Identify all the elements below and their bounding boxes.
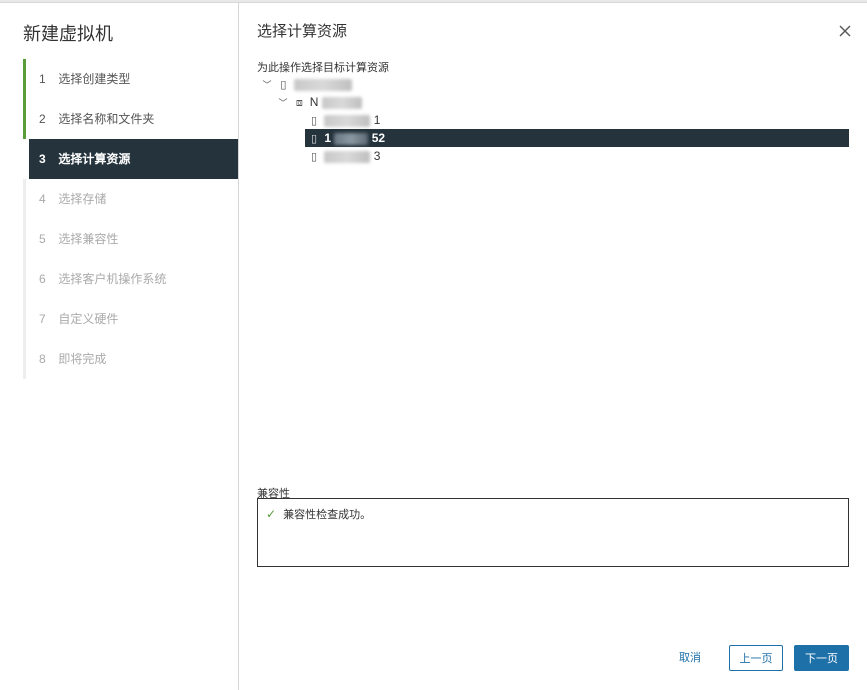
compute-resource-tree: ﹀ ▯ ﹀ ⧈ N ▯ 1 ▯ 1 52 ▯ 3 [257,75,849,165]
cancel-button[interactable]: 取消 [667,645,713,671]
next-button[interactable]: 下一页 [794,645,849,671]
redacted-name [334,132,369,145]
close-icon [839,25,851,37]
tree-label: 为此操作选择目标计算资源 [257,62,389,74]
compatibility-box: ✓ 兼容性检查成功。 [257,498,849,567]
step-number: 6 [39,272,46,286]
redacted-name [324,150,371,163]
step-ready-to-complete: 8 即将完成 [23,339,238,379]
compatibility-message-row: ✓ 兼容性检查成功。 [266,506,371,522]
step-select-guest-os: 6 选择客户机操作系统 [23,259,238,299]
wizard-sidebar: 新建虚拟机 1 选择创建类型 2 选择名称和文件夹 3 选择计算资源 4 选择存… [0,3,239,690]
step-number: 5 [39,232,46,246]
step-select-compatibility: 5 选择兼容性 [23,219,238,259]
check-icon: ✓ [266,507,277,521]
host-icon: ▯ [310,133,318,145]
step-number: 4 [39,192,46,206]
host-name-suffix: 1 [373,113,381,127]
host-name-prefix: 1 [324,131,332,145]
step-label: 选择兼容性 [58,232,119,246]
host-icon: ▯ [310,115,318,127]
step-number: 8 [39,352,46,366]
step-number: 7 [39,312,46,326]
tree-node-host[interactable]: ▯ 3 [257,147,849,165]
step-number: 3 [39,152,46,166]
wizard-content: 选择计算资源 为此操作选择目标计算资源 ﹀ ▯ ﹀ ⧈ N ▯ 1 ▯ 1 52… [239,3,867,690]
step-label: 即将完成 [58,352,107,366]
cluster-name-prefix: N [309,95,319,109]
host-name-suffix: 3 [373,149,381,163]
close-button[interactable] [837,23,853,39]
step-select-storage: 4 选择存储 [23,179,238,219]
redacted-name [324,114,371,127]
tree-node-host[interactable]: ▯ 1 [257,111,849,129]
step-select-name-folder[interactable]: 2 选择名称和文件夹 [23,99,238,139]
step-label: 选择名称和文件夹 [58,112,155,126]
new-vm-dialog: 新建虚拟机 1 选择创建类型 2 选择名称和文件夹 3 选择计算资源 4 选择存… [0,2,867,690]
step-label: 选择创建类型 [58,72,131,86]
step-label: 选择计算资源 [58,152,131,166]
step-label: 选择客户机操作系统 [58,272,167,286]
datacenter-icon: ▯ [280,79,287,91]
tree-node-host-selected[interactable]: ▯ 1 52 [305,129,849,147]
host-name-suffix: 52 [371,131,386,145]
cluster-icon: ⧈ [295,97,303,109]
step-select-creation-type[interactable]: 1 选择创建类型 [23,59,238,99]
redacted-name [293,78,352,91]
step-customize-hardware: 7 自定义硬件 [23,299,238,339]
step-number: 1 [39,72,46,86]
tree-node-cluster[interactable]: ﹀ ⧈ N [257,93,849,111]
chevron-down-icon[interactable]: ﹀ [277,94,289,112]
chevron-down-icon[interactable]: ﹀ [261,76,273,94]
back-button[interactable]: 上一页 [729,645,783,671]
step-label: 自定义硬件 [58,312,119,326]
redacted-name [321,96,362,109]
step-select-compute-resource[interactable]: 3 选择计算资源 [29,139,238,179]
wizard-steps: 1 选择创建类型 2 选择名称和文件夹 3 选择计算资源 4 选择存储 5 选择… [23,59,238,379]
step-label: 选择存储 [58,192,107,206]
step-number: 2 [39,112,46,126]
page-title: 选择计算资源 [257,23,348,40]
tree-node-datacenter[interactable]: ﹀ ▯ [257,75,849,93]
compatibility-message: 兼容性检查成功。 [283,509,372,521]
wizard-title: 新建虚拟机 [23,24,113,44]
host-icon: ▯ [310,151,318,163]
